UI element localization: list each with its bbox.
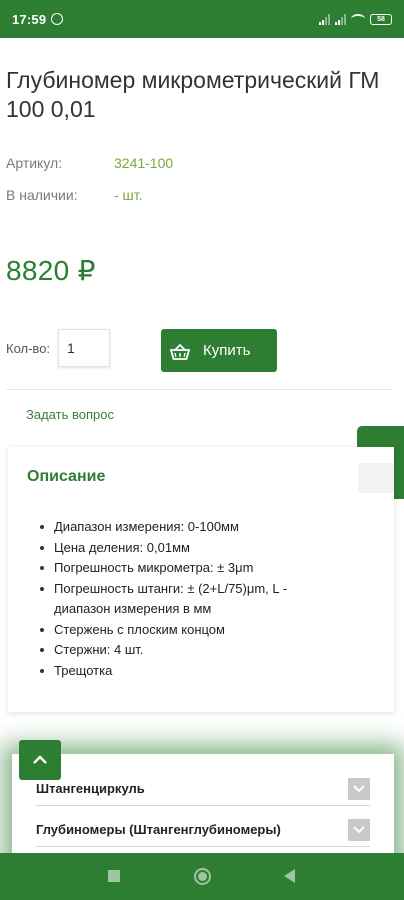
chevron-down-icon[interactable] xyxy=(348,777,370,800)
status-icons: 58 xyxy=(319,13,392,25)
buy-button-label: Купить xyxy=(203,342,251,359)
chevron-down-icon[interactable] xyxy=(348,818,370,841)
navigation-bar xyxy=(0,853,404,900)
stock-value: - шт. xyxy=(114,187,143,203)
description-list: Диапазон измерения: 0-100мм Цена деления… xyxy=(40,517,340,681)
divider xyxy=(6,389,392,390)
description-card: Описание Диапазон измерения: 0-100мм Цен… xyxy=(8,447,394,712)
category-label: Штангенциркуль xyxy=(36,781,145,796)
chevron-up-icon xyxy=(33,755,47,764)
description-item: Цена деления: 0,01мм xyxy=(40,538,340,559)
signal-icon xyxy=(335,13,346,25)
description-item: Стержень с плоским концом xyxy=(40,620,340,641)
ask-question-link[interactable]: Задать вопрос xyxy=(26,407,114,422)
article-label: Артикул: xyxy=(6,155,63,171)
description-tab xyxy=(358,463,394,493)
alarm-icon xyxy=(51,13,64,25)
description-item: Погрешность штанги: ± (2+L/75)μm, L - ди… xyxy=(40,579,340,620)
signal-icon xyxy=(319,13,330,25)
battery-icon: 58 xyxy=(370,13,392,25)
description-title: Описание xyxy=(27,468,106,485)
article-value: 3241-100 xyxy=(114,155,174,171)
category-item[interactable]: Штангенциркуль xyxy=(36,772,370,806)
description-item: Диапазон измерения: 0-100мм xyxy=(40,517,340,538)
circle-icon[interactable] xyxy=(194,868,211,885)
wifi-icon xyxy=(351,14,365,24)
category-label: Глубиномеры (Штангенглубиномеры) xyxy=(36,822,281,837)
quantity-input[interactable] xyxy=(58,329,110,367)
basket-icon xyxy=(169,343,191,360)
description-item: Трещотка xyxy=(40,661,340,682)
stock-label: В наличии: xyxy=(6,187,78,203)
category-item[interactable]: Глубиномеры (Штангенглубиномеры) xyxy=(36,813,370,847)
description-item: Погрешность микрометра: ± 3μm xyxy=(40,558,340,579)
quantity-label: Кол-во: xyxy=(6,341,51,356)
product-price: 8820 ₽ xyxy=(6,255,96,286)
triangle-back-icon[interactable] xyxy=(284,869,295,883)
status-time: 17:59 xyxy=(12,11,47,27)
square-icon[interactable] xyxy=(108,870,120,882)
description-item: Стержни: 4 шт. xyxy=(40,640,340,661)
status-bar: 17:59 58 xyxy=(0,0,404,38)
product-title: Глубиномер микрометрический ГМ 100 0,01 xyxy=(6,67,380,122)
buy-button[interactable]: Купить xyxy=(161,329,277,372)
